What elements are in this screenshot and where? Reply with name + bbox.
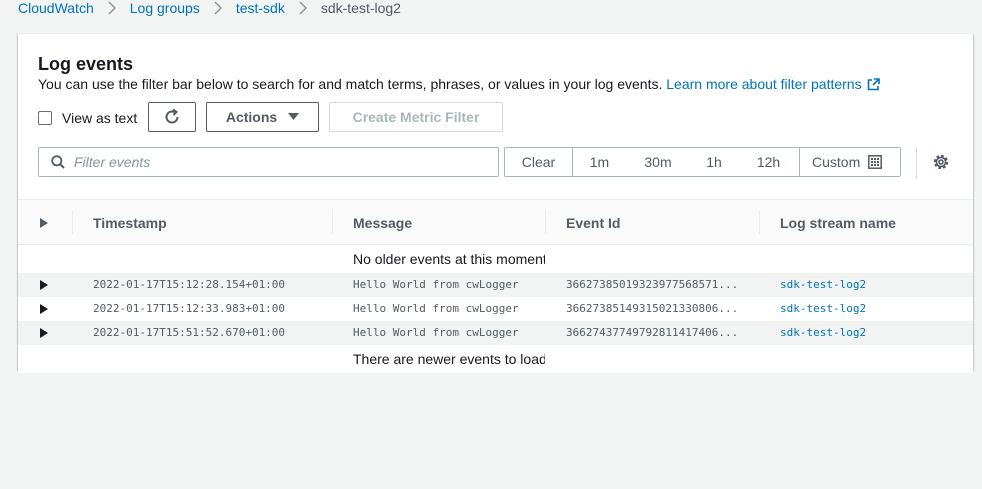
breadcrumb: CloudWatch Log groups test-sdk sdk-test-…: [18, 0, 401, 16]
older-events-message: No older events at this moment.: [18, 245, 973, 273]
log-events-panel: Log events You can use the filter bar be…: [18, 33, 973, 373]
row-message: Hello World from cwLogger: [353, 278, 519, 291]
row-event-id: 36627437749792811417406...: [566, 326, 739, 339]
refresh-icon: [163, 108, 181, 126]
refresh-button[interactable]: [148, 102, 196, 132]
panel-description-text: You can use the filter bar below to sear…: [38, 76, 663, 92]
time-range-custom[interactable]: Custom: [800, 148, 900, 176]
column-divider: [545, 210, 546, 234]
learn-more-label: Learn more about filter patterns: [666, 76, 862, 92]
table-row[interactable]: 2022-01-17T15:12:28.154+01:00 Hello Worl…: [18, 273, 973, 297]
column-header-message[interactable]: Message: [353, 200, 412, 245]
view-as-text-checkbox[interactable]: [38, 111, 52, 125]
row-log-stream-link[interactable]: sdk-test-log2: [780, 302, 960, 315]
column-divider: [759, 210, 760, 234]
column-divider: [332, 210, 333, 234]
view-as-text-toggle[interactable]: View as text: [38, 103, 137, 133]
column-divider: [72, 210, 73, 234]
view-as-text-label: View as text: [62, 110, 138, 126]
table-row[interactable]: 2022-01-17T15:12:33.983+01:00 Hello Worl…: [18, 297, 973, 321]
column-header-timestamp[interactable]: Timestamp: [93, 200, 167, 245]
row-timestamp: 2022-01-17T15:12:28.154+01:00: [93, 278, 286, 291]
panel-description: You can use the filter bar below to sear…: [38, 75, 880, 95]
time-range-1m[interactable]: 1m: [573, 148, 626, 176]
row-event-id: 36627385019323977568571...: [566, 278, 739, 291]
search-icon: [51, 155, 65, 169]
column-header-log-stream[interactable]: Log stream name: [780, 200, 896, 245]
row-timestamp: 2022-01-17T15:12:33.983+01:00: [93, 302, 286, 315]
panel-title: Log events: [38, 54, 134, 74]
caret-down-icon: [288, 113, 300, 121]
time-range-selector: Clear 1m 30m 1h 12h Custom: [504, 147, 901, 177]
column-header-event-id[interactable]: Event Id: [566, 200, 620, 245]
gear-icon: [932, 153, 950, 173]
chevron-right-icon: [200, 1, 236, 15]
time-range-custom-label: Custom: [812, 154, 861, 170]
actions-label: Actions: [225, 109, 278, 125]
newer-events-text: There are newer events to load.: [353, 351, 545, 367]
chevron-right-icon: [285, 1, 321, 15]
caret-right-icon[interactable]: [40, 280, 48, 293]
time-range-12h[interactable]: 12h: [738, 148, 800, 176]
row-log-stream-link[interactable]: sdk-test-log2: [780, 326, 960, 339]
older-events-text: No older events at this moment.: [353, 251, 545, 267]
row-log-stream-link[interactable]: sdk-test-log2: [780, 278, 960, 291]
create-metric-filter-label: Create Metric Filter: [352, 109, 480, 125]
caret-right-icon[interactable]: [40, 328, 48, 341]
filter-events-box: [38, 147, 499, 177]
breadcrumb-test-sdk[interactable]: test-sdk: [236, 0, 285, 16]
row-message: Hello World from cwLogger: [353, 326, 519, 339]
breadcrumb-current: sdk-test-log2: [320, 0, 401, 16]
caret-right-icon: [40, 217, 48, 228]
time-range-30m[interactable]: 30m: [626, 148, 690, 176]
external-link-icon: [867, 77, 880, 95]
table-row[interactable]: 2022-01-17T15:51:52.670+01:00 Hello Worl…: [18, 321, 973, 345]
filter-events-input[interactable]: [74, 154, 474, 170]
row-event-id: 36627385149315021330806...: [566, 302, 739, 315]
toolbar-divider: [916, 147, 917, 179]
time-range-1h[interactable]: 1h: [690, 148, 738, 176]
learn-more-link[interactable]: Learn more about filter patterns: [666, 76, 880, 95]
table-header: Timestamp Message Event Id Log stream na…: [18, 199, 973, 245]
breadcrumb-cloudwatch[interactable]: CloudWatch: [18, 0, 94, 16]
breadcrumb-log-groups[interactable]: Log groups: [130, 0, 200, 16]
calendar-icon: [868, 155, 883, 169]
newer-events-message: There are newer events to load.: [18, 345, 973, 373]
row-timestamp: 2022-01-17T15:51:52.670+01:00: [93, 326, 286, 339]
create-metric-filter-button[interactable]: Create Metric Filter: [329, 102, 503, 132]
caret-right-icon[interactable]: [40, 304, 48, 317]
expand-all-toggle[interactable]: [40, 200, 48, 245]
chevron-right-icon: [94, 1, 130, 15]
settings-button[interactable]: [932, 153, 952, 173]
actions-dropdown-button[interactable]: Actions: [206, 102, 319, 132]
row-message: Hello World from cwLogger: [353, 302, 519, 315]
time-range-clear[interactable]: Clear: [505, 148, 573, 176]
